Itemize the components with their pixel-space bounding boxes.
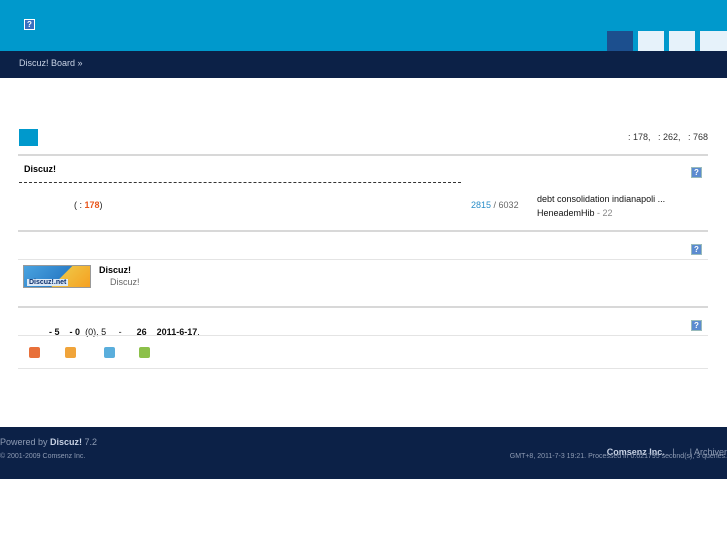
today-suffix: ) xyxy=(99,200,103,210)
today-prefix: ( : xyxy=(74,200,85,210)
link-name[interactable]: Discuz! xyxy=(99,265,131,275)
moderator-user-icon xyxy=(65,347,76,358)
admin-user-icon xyxy=(29,347,40,358)
footer-stats: GMT+8, 2011-7-3 19:21. Processed in 0.02… xyxy=(509,453,727,460)
today-count: 178 xyxy=(84,200,100,210)
category-square xyxy=(19,129,38,146)
header-tab-4[interactable] xyxy=(700,31,727,51)
board-logo-icon[interactable]: ? xyxy=(24,19,35,30)
guest-user-icon xyxy=(139,347,150,358)
header-tab-1[interactable] xyxy=(607,31,633,51)
section-divider xyxy=(18,306,708,308)
section-divider xyxy=(18,154,708,156)
powered-by: Powered by Discuz! 7.2 xyxy=(0,437,97,447)
row-divider xyxy=(18,368,708,369)
last-post-author: HeneademHib - 22 xyxy=(537,208,613,218)
member-user-icon xyxy=(104,347,115,358)
last-post-time: - 22 xyxy=(594,208,613,218)
header-tab-3[interactable] xyxy=(669,31,695,51)
copyright: © 2001-2009 Comsenz Inc. xyxy=(0,453,86,460)
post-count: 6032 xyxy=(498,200,519,210)
breadcrumb[interactable]: Discuz! Board » xyxy=(19,58,83,68)
nav-bar xyxy=(0,51,727,78)
collapse-icon[interactable]: ? xyxy=(691,244,702,255)
forum-today-posts: ( : 178) xyxy=(74,200,103,210)
collapse-icon[interactable]: ? xyxy=(691,167,702,178)
version: 7.2 xyxy=(82,437,98,447)
online-summary: - 5 - 0 (0), 5 - 26 2011-6-17. xyxy=(44,317,200,337)
collapse-icon[interactable]: ? xyxy=(691,320,702,331)
count-sep: / xyxy=(491,200,499,210)
last-post-user[interactable]: HeneademHib xyxy=(537,208,595,218)
brand-link[interactable]: Discuz! xyxy=(50,437,82,447)
powered-label: Powered by xyxy=(0,437,51,447)
last-post-title[interactable]: debt consolidation indianapoli ... xyxy=(537,194,665,204)
header-tab-2[interactable] xyxy=(638,31,664,51)
discuz-logo-image[interactable]: Discuz!.net xyxy=(23,265,91,288)
row-divider xyxy=(18,259,708,260)
link-description: Discuz! xyxy=(110,277,140,287)
row-divider xyxy=(18,335,708,336)
category-title[interactable]: Discuz! xyxy=(24,164,56,174)
section-divider xyxy=(18,230,708,232)
forum-counts: 2815 / 6032 xyxy=(471,200,519,210)
thread-count: 2815 xyxy=(471,200,492,210)
dashed-divider xyxy=(19,182,461,183)
board-stats: : 178, : 262, : 768 xyxy=(627,132,708,142)
discuz-logo-text: Discuz!.net xyxy=(27,279,69,286)
